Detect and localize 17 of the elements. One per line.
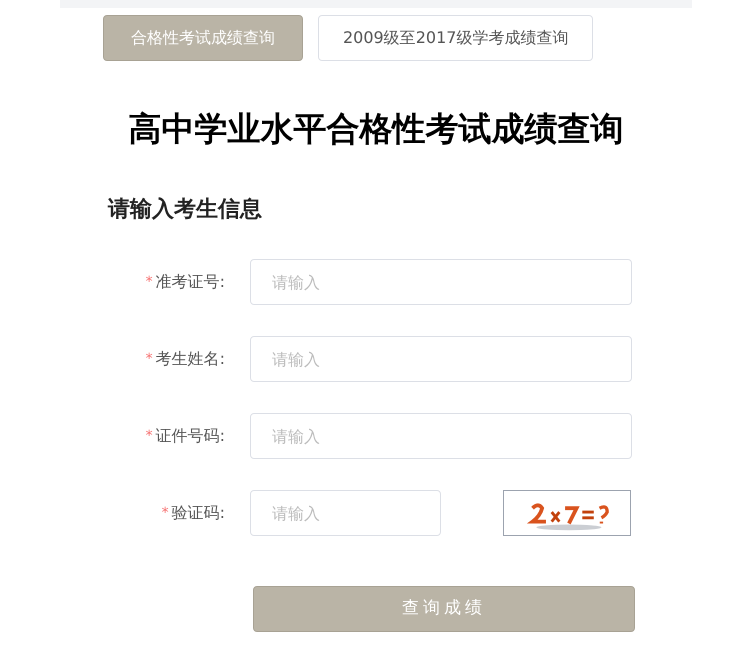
field-label: 证件号码: bbox=[156, 425, 225, 447]
field-label: 考生姓名: bbox=[156, 348, 225, 370]
page-title: 高中学业水平合格性考试成绩查询 bbox=[128, 108, 624, 150]
tab[interactable]: 合格性考试成绩查询 bbox=[103, 15, 303, 61]
required-mark: * bbox=[146, 272, 153, 292]
section-title: 请输入考生信息 bbox=[108, 196, 263, 224]
input-field[interactable]: 请输入 bbox=[250, 490, 441, 536]
required-mark: * bbox=[146, 350, 153, 368]
field-label: 准考证号: bbox=[156, 271, 225, 293]
submit-button[interactable]: 查询成绩 bbox=[253, 586, 635, 632]
input-field[interactable]: 请输入 bbox=[250, 259, 632, 305]
field-label: 验证码: bbox=[172, 502, 225, 524]
tab[interactable]: 2009级至2017级学考成绩查询 bbox=[318, 15, 594, 61]
input-field[interactable]: 请输入 bbox=[250, 413, 632, 459]
input-field[interactable]: 请输入 bbox=[250, 336, 632, 382]
required-mark: * bbox=[162, 504, 169, 522]
required-mark: * bbox=[146, 426, 153, 446]
